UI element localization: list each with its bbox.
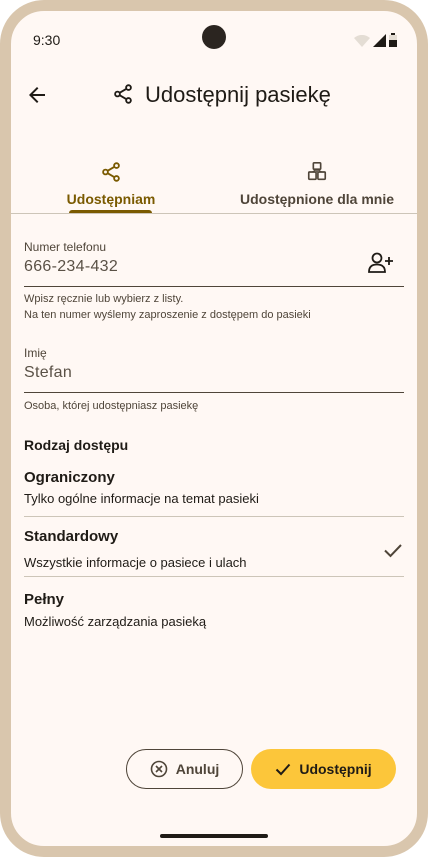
home-indicator[interactable] <box>160 834 268 838</box>
add-contact-icon[interactable] <box>367 249 395 277</box>
share-icon <box>114 84 132 104</box>
phone-field-label: Numer telefonu <box>24 240 107 254</box>
option-standard-desc[interactable]: Wszystkie informacje o pasiece i ulach <box>24 555 247 570</box>
tab-shared-with-me[interactable]: Udostępnione dla mnie <box>211 161 417 213</box>
share-icon <box>102 162 120 182</box>
tab-label: Udostępniam <box>66 191 156 207</box>
name-field-underline <box>24 392 404 393</box>
signal-icon <box>373 34 386 47</box>
option-standard-title[interactable]: Standardowy <box>24 528 118 545</box>
option-limited-desc[interactable]: Tylko ogólne informacje na temat pasieki <box>24 491 259 506</box>
page-title: Udostępnij pasiekę <box>145 82 331 107</box>
status-icons <box>354 33 397 47</box>
cancel-circle-icon <box>150 760 168 778</box>
camera-cutout <box>202 25 226 49</box>
cancel-button-label: Anuluj <box>175 761 220 777</box>
option-full-title[interactable]: Pełny <box>24 591 64 608</box>
option-full-desc[interactable]: Możliwość zarządzania pasieką <box>24 614 206 629</box>
phone-input[interactable]: 666-234-432 <box>24 258 118 276</box>
wifi-icon <box>354 35 370 47</box>
access-section-title: Rodzaj dostępu <box>24 437 129 453</box>
check-icon <box>276 763 291 776</box>
option-limited-title[interactable]: Ograniczony <box>24 469 115 486</box>
option-divider <box>24 576 404 577</box>
name-input[interactable]: Stefan <box>24 364 72 382</box>
checkmark-icon <box>384 544 402 558</box>
phone-helper-line-1: Wpisz ręcznie lub wybierz z listy. <box>24 293 184 305</box>
cancel-button[interactable]: Anuluj <box>126 749 243 789</box>
option-divider <box>24 516 404 517</box>
name-helper-text: Osoba, której udostępniasz pasiekę <box>24 400 199 412</box>
status-time: 9:30 <box>33 32 61 48</box>
share-button[interactable]: Udostępnij <box>251 749 396 789</box>
name-field-label: Imię <box>24 346 47 360</box>
phone-field-underline <box>24 286 404 287</box>
tabs-divider <box>11 213 417 214</box>
hive-boxes-icon <box>307 162 327 181</box>
phone-helper-line-2: Na ten numer wyślemy zaproszenie z dostę… <box>24 309 311 321</box>
device-frame: 9:30 Udostępnij pasiekę Udostępniam Udos… <box>0 0 428 857</box>
share-button-label: Udostępnij <box>299 761 372 777</box>
tab-label: Udostępnione dla mnie <box>239 191 394 207</box>
tab-sharing[interactable]: Udostępniam <box>11 161 211 213</box>
battery-icon <box>389 33 397 47</box>
phone-helper-text: Wpisz ręcznie lub wybierz z listy. Na te… <box>24 291 311 323</box>
back-arrow-icon[interactable] <box>25 83 49 107</box>
